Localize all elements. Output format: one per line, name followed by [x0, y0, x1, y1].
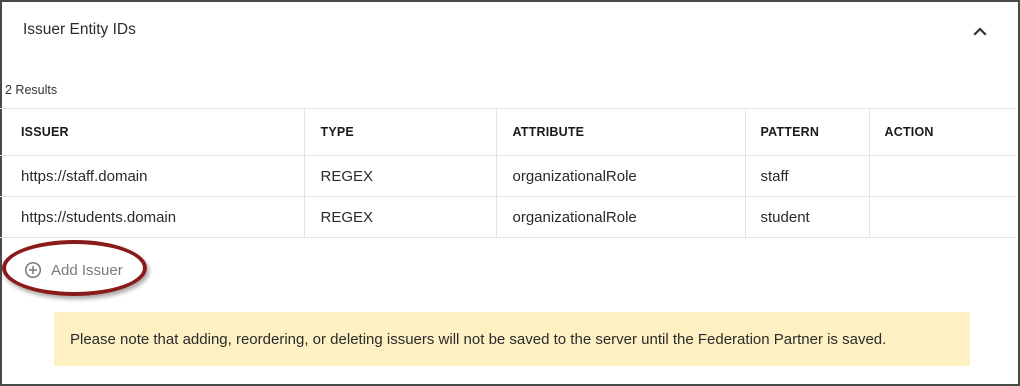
- action-cell: [869, 155, 1016, 197]
- issuer-cell: https://students.domain: [0, 196, 305, 238]
- collapse-button[interactable]: [967, 18, 993, 44]
- table-row[interactable]: https://staff.domain REGEX organizationa…: [0, 155, 1016, 197]
- pattern-cell: staff: [745, 155, 870, 197]
- type-cell: REGEX: [304, 155, 497, 197]
- column-header-action: ACTION: [869, 108, 1016, 156]
- attribute-cell: organizationalRole: [496, 196, 746, 238]
- table-row[interactable]: https://students.domain REGEX organizati…: [0, 196, 1016, 238]
- action-cell: [869, 196, 1016, 238]
- table-header-row: ISSUER TYPE ATTRIBUTE PATTERN ACTION: [0, 108, 1016, 156]
- pattern-cell: student: [745, 196, 870, 238]
- column-header-attribute[interactable]: ATTRIBUTE: [496, 108, 746, 156]
- plus-circle-icon: [24, 261, 42, 279]
- column-header-type[interactable]: TYPE: [304, 108, 497, 156]
- panel-header[interactable]: Issuer Entity IDs: [2, 2, 1018, 60]
- notice-text: Please note that adding, reordering, or …: [70, 330, 887, 348]
- column-header-pattern[interactable]: PATTERN: [745, 108, 870, 156]
- issuers-table: ISSUER TYPE ATTRIBUTE PATTERN ACTION htt…: [0, 108, 1016, 238]
- add-issuer-button[interactable]: Add Issuer: [24, 260, 123, 280]
- column-header-issuer[interactable]: ISSUER: [0, 108, 305, 156]
- panel-title: Issuer Entity IDs: [23, 21, 136, 38]
- attribute-cell: organizationalRole: [496, 155, 746, 197]
- results-count: 2 Results: [5, 83, 58, 97]
- chevron-up-icon: [973, 27, 987, 36]
- unsaved-changes-notice: Please note that adding, reordering, or …: [54, 312, 970, 366]
- type-cell: REGEX: [304, 196, 497, 238]
- add-issuer-label: Add Issuer: [51, 261, 123, 279]
- issuer-cell: https://staff.domain: [0, 155, 305, 197]
